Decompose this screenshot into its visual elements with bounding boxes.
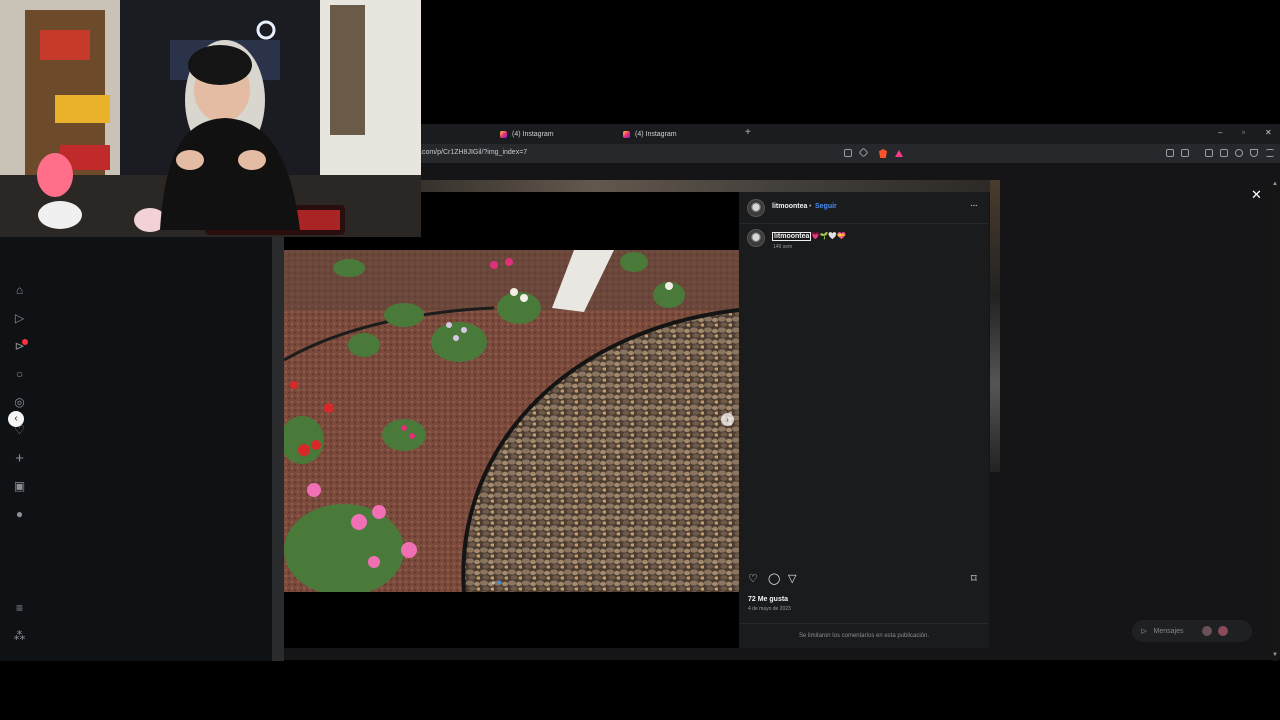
tab-label: (4) Instagram xyxy=(635,131,677,138)
messages-label: Mensajes xyxy=(1153,627,1184,635)
carousel-indicator xyxy=(492,581,501,584)
home-icon[interactable]: ⌂ xyxy=(13,284,26,297)
search-icon[interactable]: ○ xyxy=(13,368,26,381)
extensions-icon[interactable] xyxy=(1166,149,1174,157)
instagram-sidebar: ⌂ ▷ ⊳ ○ ◎ ♡ + ▣ ● ≡ ⁂ xyxy=(0,237,272,661)
profile-icon[interactable]: ● xyxy=(13,508,26,521)
tab-label: (4) Instagram xyxy=(512,131,554,138)
instagram-favicon-icon xyxy=(623,131,630,138)
messages-button[interactable]: ⊳ Mensajes xyxy=(1132,620,1252,642)
vpn-icon[interactable] xyxy=(1250,149,1258,157)
more-icon[interactable]: ⁂ xyxy=(13,630,26,643)
notification-badge xyxy=(22,339,28,345)
page-scrollbar[interactable] xyxy=(1272,183,1278,661)
follow-button[interactable]: Seguir xyxy=(815,203,837,210)
new-tab-button[interactable]: + xyxy=(745,127,751,138)
menu-icon[interactable] xyxy=(1266,149,1274,157)
reels-icon[interactable]: ▷ xyxy=(13,312,26,325)
post-date: 4 de mayo de 2023 xyxy=(748,606,791,612)
carousel-dot xyxy=(492,581,495,584)
feed-edge xyxy=(272,237,284,661)
webcam-overlay xyxy=(0,0,421,237)
post-username[interactable]: litmoontea xyxy=(772,203,807,210)
dashboard-icon[interactable]: ▣ xyxy=(13,480,26,493)
carousel-next-button[interactable]: › xyxy=(721,413,734,426)
carousel-dot-active xyxy=(498,581,501,584)
avatar xyxy=(1217,626,1228,636)
avatar[interactable] xyxy=(747,199,765,217)
minimize-button[interactable]: – xyxy=(1218,128,1222,137)
share-icon[interactable]: ▽ xyxy=(788,572,796,585)
instagram-favicon-icon xyxy=(500,131,507,138)
direct-icon: ⊳ xyxy=(1140,625,1148,636)
close-window-button[interactable]: ✕ xyxy=(1265,128,1272,137)
scroll-up-icon[interactable]: ▲ xyxy=(1272,181,1278,187)
background-feed-strip xyxy=(420,180,1000,192)
cast-icon[interactable] xyxy=(844,149,852,157)
background-feed-edge xyxy=(990,180,1000,472)
close-modal-button[interactable]: ✕ xyxy=(1251,187,1262,203)
browser-toolbar: .com/p/Cr1ZH8JIGil/?img_index=7 xyxy=(420,144,1280,163)
reading-list-icon[interactable] xyxy=(1181,149,1189,157)
browser-tab-bar: (4) Instagram (4) Instagram + – ▫ ✕ xyxy=(420,124,1280,144)
avatar xyxy=(1201,626,1212,636)
post-image[interactable] xyxy=(284,250,739,592)
caption-timestamp[interactable]: 149 sem xyxy=(773,244,792,250)
sidebar-toggle-icon[interactable] xyxy=(1205,149,1213,157)
post-details-panel: litmoontea • Seguir ··· litmoontea 💗🌱🤍💝 … xyxy=(739,192,989,648)
leo-ai-icon[interactable] xyxy=(1235,149,1243,157)
caption-username[interactable]: litmoontea xyxy=(772,232,812,241)
like-count[interactable]: 72 Me gusta xyxy=(748,596,788,603)
avatar[interactable] xyxy=(747,229,765,247)
more-options-icon[interactable]: ··· xyxy=(970,200,978,211)
create-icon[interactable]: + xyxy=(13,451,26,466)
brave-shields-icon[interactable] xyxy=(879,149,887,158)
brave-rewards-icon[interactable] xyxy=(895,150,903,157)
share-icon[interactable] xyxy=(858,147,869,158)
webcam-feed xyxy=(0,0,421,237)
post-header: litmoontea • Seguir ··· xyxy=(739,192,989,224)
separator-dot: • xyxy=(809,203,812,210)
save-bookmark-icon[interactable]: ⌑ xyxy=(971,572,977,585)
previous-post-button[interactable]: ‹ xyxy=(8,411,24,427)
browser-tab[interactable]: (4) Instagram xyxy=(500,127,554,142)
post-actions: ♡ ◯ ▽ ⌑ xyxy=(739,572,989,588)
browser-tab[interactable]: (4) Instagram xyxy=(623,127,677,142)
caption-text: 💗🌱🤍💝 xyxy=(811,233,846,240)
address-bar[interactable]: .com/p/Cr1ZH8JIGil/?img_index=7 xyxy=(420,149,527,156)
restore-button[interactable]: ▫ xyxy=(1242,128,1245,137)
media-letterbox-bottom xyxy=(284,592,739,648)
like-heart-icon[interactable]: ♡ xyxy=(748,572,758,585)
wallet-icon[interactable] xyxy=(1220,149,1228,157)
garden-photo xyxy=(284,250,739,592)
scroll-down-icon[interactable]: ▼ xyxy=(1272,652,1278,658)
menu-icon[interactable]: ≡ xyxy=(13,602,26,615)
explore-icon[interactable]: ◎ xyxy=(13,396,26,409)
comment-icon[interactable]: ◯ xyxy=(768,572,780,585)
comments-limited-notice: Se limitaron los comentarios en esta pub… xyxy=(739,623,989,648)
